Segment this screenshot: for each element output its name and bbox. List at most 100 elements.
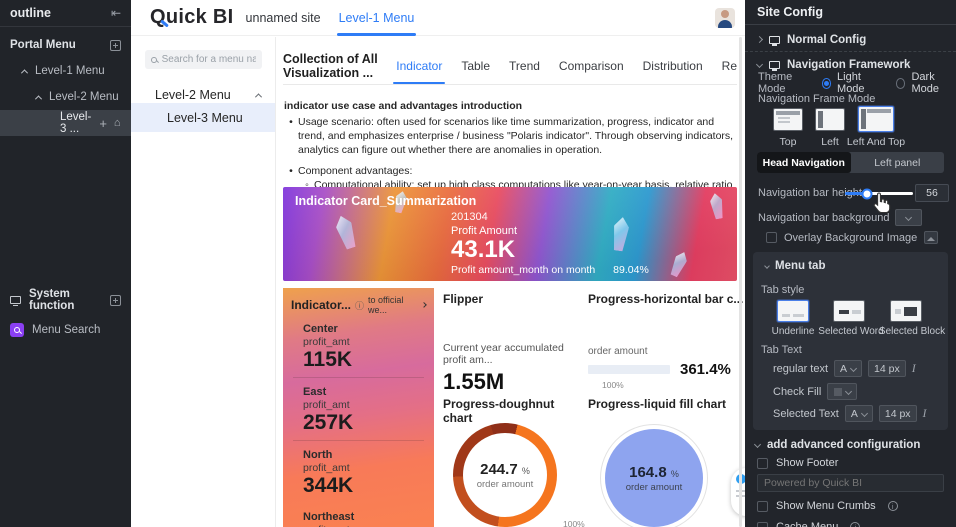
dashboard-header: Collection of All Visualization ... Indi…	[283, 47, 737, 85]
floating-assistant-widget[interactable]	[731, 468, 745, 516]
menu-search-box[interactable]	[145, 50, 262, 69]
head-navigation-segment[interactable]: Head Navigation	[757, 152, 851, 173]
footer-text-input[interactable]	[757, 474, 944, 492]
left-panel-segment[interactable]: Left panel	[851, 152, 945, 173]
chevron-down-icon	[905, 213, 913, 222]
nav-tab-level1[interactable]: Level-1 Menu	[336, 0, 417, 36]
banner-title: Indicator Card_Summarization	[295, 194, 477, 208]
menu-item-level3-selected[interactable]: Level-3 Menu	[131, 103, 275, 132]
banner-metric: 201304 Profit Amount 43.1K Profit amount…	[451, 211, 649, 276]
chevron-up-icon[interactable]	[34, 94, 43, 102]
chevron-down-icon[interactable]	[755, 60, 764, 69]
progress-bar-track	[588, 365, 670, 374]
add-child-icon[interactable]: +	[99, 117, 107, 130]
tab-style-selected-word-thumb[interactable]	[833, 300, 865, 322]
frame-mode-left-thumb[interactable]	[815, 108, 845, 131]
tab-distribution[interactable]: Distribution	[643, 47, 703, 84]
monitor-icon	[769, 60, 780, 71]
navigation-framework-label: Navigation Framework	[787, 58, 911, 71]
italic-icon[interactable]: I	[912, 361, 916, 376]
active-tab-underline	[336, 32, 417, 36]
frame-mode-top-thumb[interactable]	[773, 108, 803, 131]
check-fill-label: Check Fill	[773, 385, 822, 398]
tab-style-underline-thumb[interactable]	[777, 300, 809, 322]
progress-bar-card[interactable]: Progress-horizontal bar c... order amoun…	[588, 292, 744, 390]
regular-text-size-box[interactable]: 14 px	[868, 360, 906, 377]
sidebar-item-level3[interactable]: Level-3 ... + ⌂ ⋮	[0, 110, 140, 136]
show-footer-label: Show Footer	[776, 457, 839, 469]
doughnut-title: Progress-doughnut chart	[443, 397, 555, 425]
show-footer-checkbox[interactable]	[757, 457, 768, 469]
canvas-scrollbar[interactable]	[739, 37, 742, 527]
info-icon[interactable]: ⓘ	[355, 299, 364, 312]
doughnut-ring: 244.7 % order amount	[453, 423, 557, 527]
dark-mode-label: Dark Mode	[911, 71, 940, 95]
show-menu-crumbs-checkbox[interactable]	[757, 500, 768, 512]
overlay-background-label: Overlay Background Image	[784, 231, 918, 244]
doughnut-label: order amount	[476, 478, 534, 490]
nav-bar-height-value[interactable]: 56	[915, 184, 949, 202]
add-system-function-icon[interactable]	[110, 294, 121, 306]
menu-tab-section: Menu tab Tab style Underline Selected Wo…	[753, 252, 948, 430]
chevron-up-icon[interactable]	[254, 92, 263, 100]
check-fill-row: Check Fill	[773, 383, 858, 400]
site-config-title: Site Config	[745, 0, 956, 25]
image-picker-icon[interactable]	[924, 231, 939, 244]
overlay-background-checkbox[interactable]	[766, 232, 777, 243]
regular-text-font-dropdown[interactable]: A	[834, 360, 863, 377]
portal-menu-row[interactable]: Portal Menu	[0, 32, 131, 58]
liquid-circle-outer: 164.8 % order amount	[600, 424, 708, 527]
frame-mode-left-and-top-thumb[interactable]	[858, 106, 894, 132]
nav-bar-background-label: Navigation bar background	[758, 211, 890, 224]
tab-table[interactable]: Table	[461, 47, 490, 84]
tab-trend[interactable]: Trend	[509, 47, 540, 84]
chevron-up-icon[interactable]	[20, 68, 29, 76]
show-footer-row: Show Footer	[745, 457, 956, 469]
nav-bar-background-dropdown[interactable]	[895, 209, 923, 226]
advanced-configuration-section[interactable]: add advanced configuration	[745, 434, 920, 455]
doughnut-card[interactable]: Progress-doughnut chart 244.7 % order am…	[443, 397, 585, 527]
level1-label: Level-1 Menu	[35, 65, 105, 77]
selected-text-size-box[interactable]: 14 px	[878, 405, 917, 422]
add-menu-icon[interactable]	[110, 39, 121, 51]
banner-period: 201304	[451, 211, 488, 223]
flipper-card[interactable]: Flipper Current year accumulated profit …	[443, 292, 585, 395]
chevron-right-icon[interactable]	[755, 35, 764, 44]
mouse-cursor	[872, 192, 892, 219]
tab-style-selected-block-thumb[interactable]	[890, 300, 922, 322]
flipper-title: Flipper	[443, 292, 484, 306]
collapse-outline-icon[interactable]: ⇤	[111, 6, 121, 20]
site-config-panel: Site Config Normal Config Navigation Fra…	[745, 0, 956, 527]
normal-config-section[interactable]: Normal Config	[745, 29, 956, 50]
chevron-down-icon[interactable]	[753, 440, 762, 449]
official-website-link[interactable]: to official we...	[368, 295, 427, 315]
search-input[interactable]	[161, 54, 256, 65]
tab-re[interactable]: Re	[722, 47, 737, 84]
indicator-banner-card[interactable]: Indicator Card_Summarization 201304 Prof…	[283, 187, 737, 281]
check-fill-color-dropdown[interactable]	[827, 383, 858, 400]
tab-indicator[interactable]: Indicator	[393, 47, 446, 84]
advanced-configuration-label: add advanced configuration	[767, 438, 921, 451]
tab-style-selected-word-label: Selected Word	[818, 326, 884, 337]
outline-header: outline ⇤	[0, 0, 131, 27]
cache-menu-checkbox[interactable]	[757, 521, 768, 527]
sidebar-item-level2[interactable]: Level-2 Menu	[0, 84, 131, 110]
sidebar-item-level1[interactable]: Level-1 Menu	[0, 58, 131, 84]
region-indicator-card[interactable]: Indicator... ⓘ to official we... Center …	[283, 288, 434, 527]
liquid-fill-card[interactable]: Progress-liquid fill chart 164.8 % order…	[588, 397, 744, 527]
selected-text-font-dropdown[interactable]: A	[844, 405, 873, 422]
doughnut-center: 244.7 % order amount	[453, 423, 557, 527]
set-home-icon[interactable]: ⌂	[114, 117, 121, 129]
italic-icon[interactable]: I	[923, 406, 927, 421]
regular-text-row: regular text A 14 px I	[773, 360, 916, 377]
crystal-decoration	[709, 192, 725, 220]
menu-tab-header[interactable]: Menu tab	[764, 260, 825, 272]
regular-text-label: regular text	[773, 362, 829, 375]
tab-comparison[interactable]: Comparison	[559, 47, 624, 84]
menu-search-row[interactable]: Menu Search	[0, 317, 131, 343]
dark-mode-radio[interactable]	[896, 77, 906, 89]
system-function-row[interactable]: System function	[0, 287, 131, 313]
light-mode-radio[interactable]	[821, 77, 832, 89]
slider-knob[interactable]	[861, 188, 873, 199]
user-avatar[interactable]	[715, 8, 735, 28]
